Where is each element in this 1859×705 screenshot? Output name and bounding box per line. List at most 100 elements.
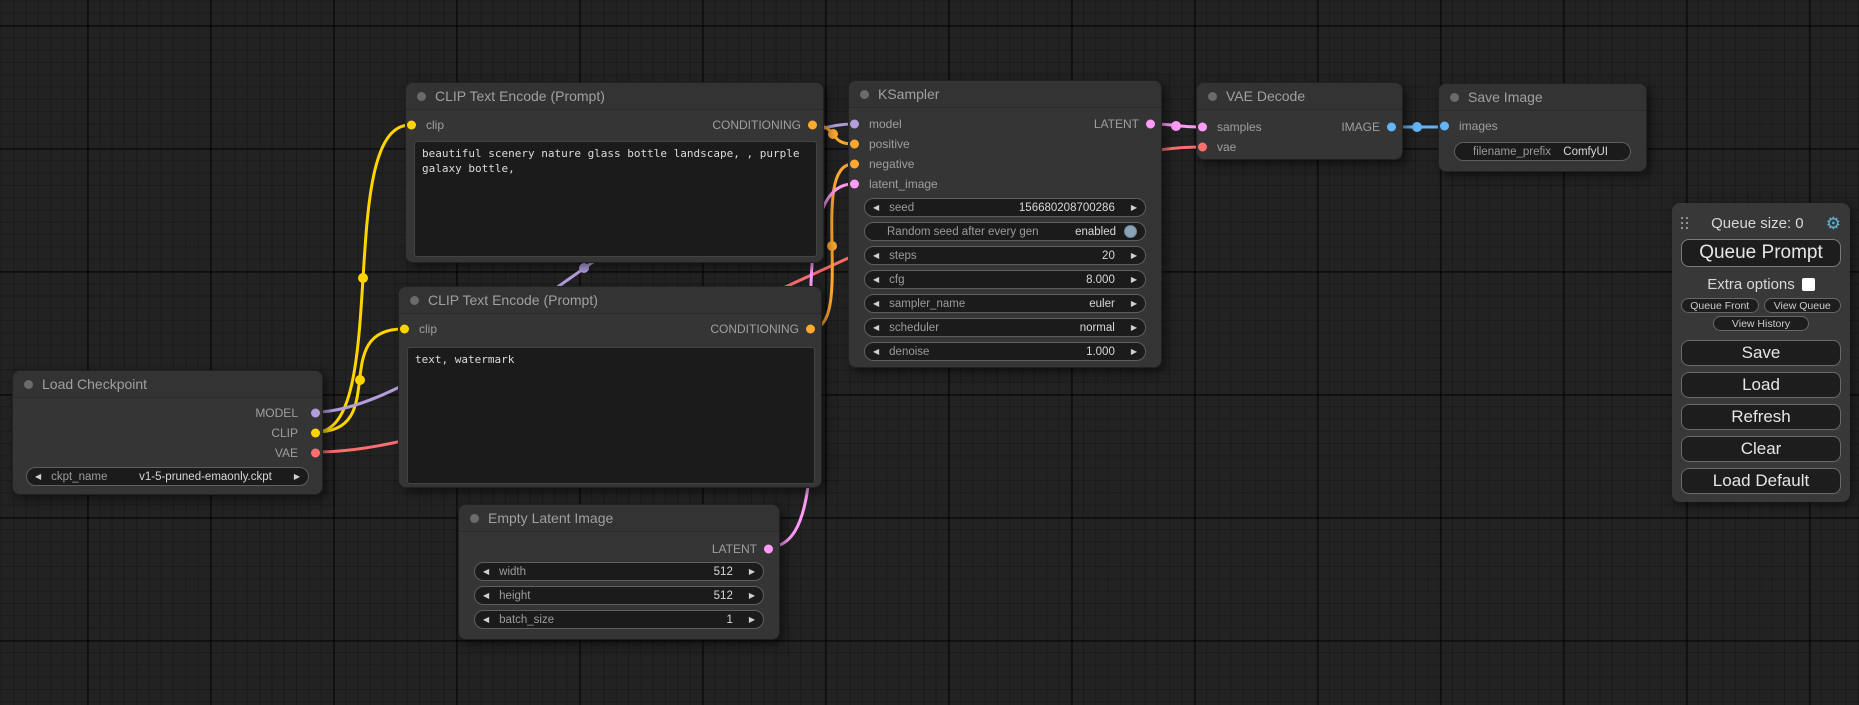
decrement-arrow-icon[interactable]: ◀ <box>873 300 879 308</box>
input-port-samples[interactable] <box>1198 123 1207 132</box>
load-default-button[interactable]: Load Default <box>1681 468 1841 494</box>
save-button[interactable]: Save <box>1681 340 1841 366</box>
widget-width[interactable]: ◀ width 512 ▶ <box>474 562 764 581</box>
widget-label: Random seed after every gen <box>887 226 1039 238</box>
increment-arrow-icon[interactable]: ▶ <box>1131 300 1137 308</box>
output-port-model[interactable] <box>311 409 320 418</box>
collapse-dot-icon[interactable] <box>417 92 426 101</box>
collapse-dot-icon[interactable] <box>1450 93 1459 102</box>
decrement-arrow-icon[interactable]: ◀ <box>873 324 879 332</box>
widget-value: 20 <box>1102 250 1115 262</box>
prompt-textarea[interactable]: text, watermark <box>407 347 815 484</box>
drag-handle-icon[interactable] <box>1681 217 1689 230</box>
output-slot-latent: LATENT <box>459 538 779 560</box>
node-save-image[interactable]: Save Image images filename_prefix ComfyU… <box>1438 83 1647 172</box>
settings-gear-icon[interactable]: ⚙ <box>1826 215 1841 232</box>
output-port-conditioning[interactable] <box>806 325 815 334</box>
node-title-bar[interactable]: CLIP Text Encode (Prompt) <box>399 287 821 314</box>
output-port-clip[interactable] <box>311 429 320 438</box>
widget-label: ckpt_name <box>51 471 107 483</box>
widget-denoise[interactable]: ◀ denoise 1.000 ▶ <box>864 342 1146 361</box>
increment-arrow-icon[interactable]: ▶ <box>1131 348 1137 356</box>
output-port-image[interactable] <box>1387 123 1396 132</box>
collapse-dot-icon[interactable] <box>860 90 869 99</box>
collapse-dot-icon[interactable] <box>1208 92 1217 101</box>
decrement-arrow-icon[interactable]: ◀ <box>873 252 879 260</box>
node-title-bar[interactable]: Empty Latent Image <box>459 505 779 532</box>
view-queue-button[interactable]: View Queue <box>1764 298 1842 313</box>
widget-cfg[interactable]: ◀ cfg 8.000 ▶ <box>864 270 1146 289</box>
input-port-clip[interactable] <box>407 121 416 130</box>
prompt-textarea[interactable]: beautiful scenery nature glass bottle la… <box>414 141 817 257</box>
decrement-arrow-icon[interactable]: ◀ <box>483 568 489 576</box>
node-vae-decode[interactable]: VAE Decode samples IMAGE vae <box>1196 82 1403 160</box>
node-clip-text-encode-positive[interactable]: CLIP Text Encode (Prompt) clip CONDITION… <box>405 82 824 263</box>
widget-seed[interactable]: ◀ seed 156680208700286 ▶ <box>864 198 1146 217</box>
increment-arrow-icon[interactable]: ▶ <box>1131 324 1137 332</box>
toggle-circle-icon[interactable] <box>1124 225 1137 238</box>
increment-arrow-icon[interactable]: ▶ <box>749 568 755 576</box>
collapse-dot-icon[interactable] <box>24 380 33 389</box>
widget-filename-prefix[interactable]: filename_prefix ComfyUI <box>1454 142 1631 161</box>
output-port-conditioning[interactable] <box>808 121 817 130</box>
input-port-positive[interactable] <box>850 140 859 149</box>
input-port-vae[interactable] <box>1198 143 1207 152</box>
node-clip-text-encode-negative[interactable]: CLIP Text Encode (Prompt) clip CONDITION… <box>398 286 822 488</box>
increment-arrow-icon[interactable]: ▶ <box>1131 252 1137 260</box>
decrement-arrow-icon[interactable]: ◀ <box>483 616 489 624</box>
node-title-bar[interactable]: KSampler <box>849 81 1161 108</box>
link-midpoint-dot[interactable] <box>355 375 365 385</box>
clear-button[interactable]: Clear <box>1681 436 1841 462</box>
increment-arrow-icon[interactable]: ▶ <box>294 473 300 481</box>
widget-steps[interactable]: ◀ steps 20 ▶ <box>864 246 1146 265</box>
slot-row: positive <box>849 134 1161 154</box>
queue-small-buttons-row: Queue Front View Queue <box>1681 298 1841 313</box>
widget-sampler-name[interactable]: ◀ sampler_name euler ▶ <box>864 294 1146 313</box>
increment-arrow-icon[interactable]: ▶ <box>749 616 755 624</box>
view-history-button[interactable]: View History <box>1713 316 1809 331</box>
link-midpoint-dot[interactable] <box>579 263 589 273</box>
load-button[interactable]: Load <box>1681 372 1841 398</box>
node-empty-latent-image[interactable]: Empty Latent Image LATENT ◀ width 512 ▶ … <box>458 504 780 640</box>
decrement-arrow-icon[interactable]: ◀ <box>873 276 879 284</box>
decrement-arrow-icon[interactable]: ◀ <box>873 204 879 212</box>
output-port-vae[interactable] <box>311 449 320 458</box>
node-ksampler[interactable]: KSampler model LATENT positive negative … <box>848 80 1162 368</box>
node-title-bar[interactable]: VAE Decode <box>1197 83 1402 110</box>
decrement-arrow-icon[interactable]: ◀ <box>483 592 489 600</box>
link-midpoint-dot[interactable] <box>828 129 838 139</box>
decrement-arrow-icon[interactable]: ◀ <box>35 473 41 481</box>
output-port-latent[interactable] <box>1146 120 1155 129</box>
output-port-latent[interactable] <box>764 545 773 554</box>
input-port-negative[interactable] <box>850 160 859 169</box>
link-midpoint-dot[interactable] <box>827 241 837 251</box>
node-title-bar[interactable]: CLIP Text Encode (Prompt) <box>406 83 823 110</box>
decrement-arrow-icon[interactable]: ◀ <box>873 348 879 356</box>
link-midpoint-dot[interactable] <box>1412 122 1422 132</box>
widget-height[interactable]: ◀ height 512 ▶ <box>474 586 764 605</box>
refresh-button[interactable]: Refresh <box>1681 404 1841 430</box>
input-port-images[interactable] <box>1440 122 1449 131</box>
collapse-dot-icon[interactable] <box>410 296 419 305</box>
input-port-latent-image[interactable] <box>850 180 859 189</box>
increment-arrow-icon[interactable]: ▶ <box>1131 204 1137 212</box>
link-midpoint-dot[interactable] <box>1171 121 1181 131</box>
comfyui-canvas[interactable]: Load Checkpoint MODEL CLIP VAE ◀ ckpt_na… <box>0 0 1859 705</box>
node-title-bar[interactable]: Save Image <box>1439 84 1646 111</box>
link-midpoint-dot[interactable] <box>358 273 368 283</box>
extra-options-checkbox[interactable] <box>1802 278 1815 291</box>
widget-ckpt-name[interactable]: ◀ ckpt_name v1-5-pruned-emaonly.ckpt ▶ <box>26 467 309 486</box>
widget-random-seed-toggle[interactable]: Random seed after every gen enabled <box>864 222 1146 241</box>
increment-arrow-icon[interactable]: ▶ <box>1131 276 1137 284</box>
queue-prompt-button[interactable]: Queue Prompt <box>1681 239 1841 267</box>
input-port-model[interactable] <box>850 120 859 129</box>
widget-batch-size[interactable]: ◀ batch_size 1 ▶ <box>474 610 764 629</box>
output-label: CONDITIONING <box>710 322 799 336</box>
widget-scheduler[interactable]: ◀ scheduler normal ▶ <box>864 318 1146 337</box>
collapse-dot-icon[interactable] <box>470 514 479 523</box>
node-title-bar[interactable]: Load Checkpoint <box>13 371 322 398</box>
node-load-checkpoint[interactable]: Load Checkpoint MODEL CLIP VAE ◀ ckpt_na… <box>12 370 323 495</box>
increment-arrow-icon[interactable]: ▶ <box>749 592 755 600</box>
input-port-clip[interactable] <box>400 325 409 334</box>
queue-front-button[interactable]: Queue Front <box>1681 298 1759 313</box>
